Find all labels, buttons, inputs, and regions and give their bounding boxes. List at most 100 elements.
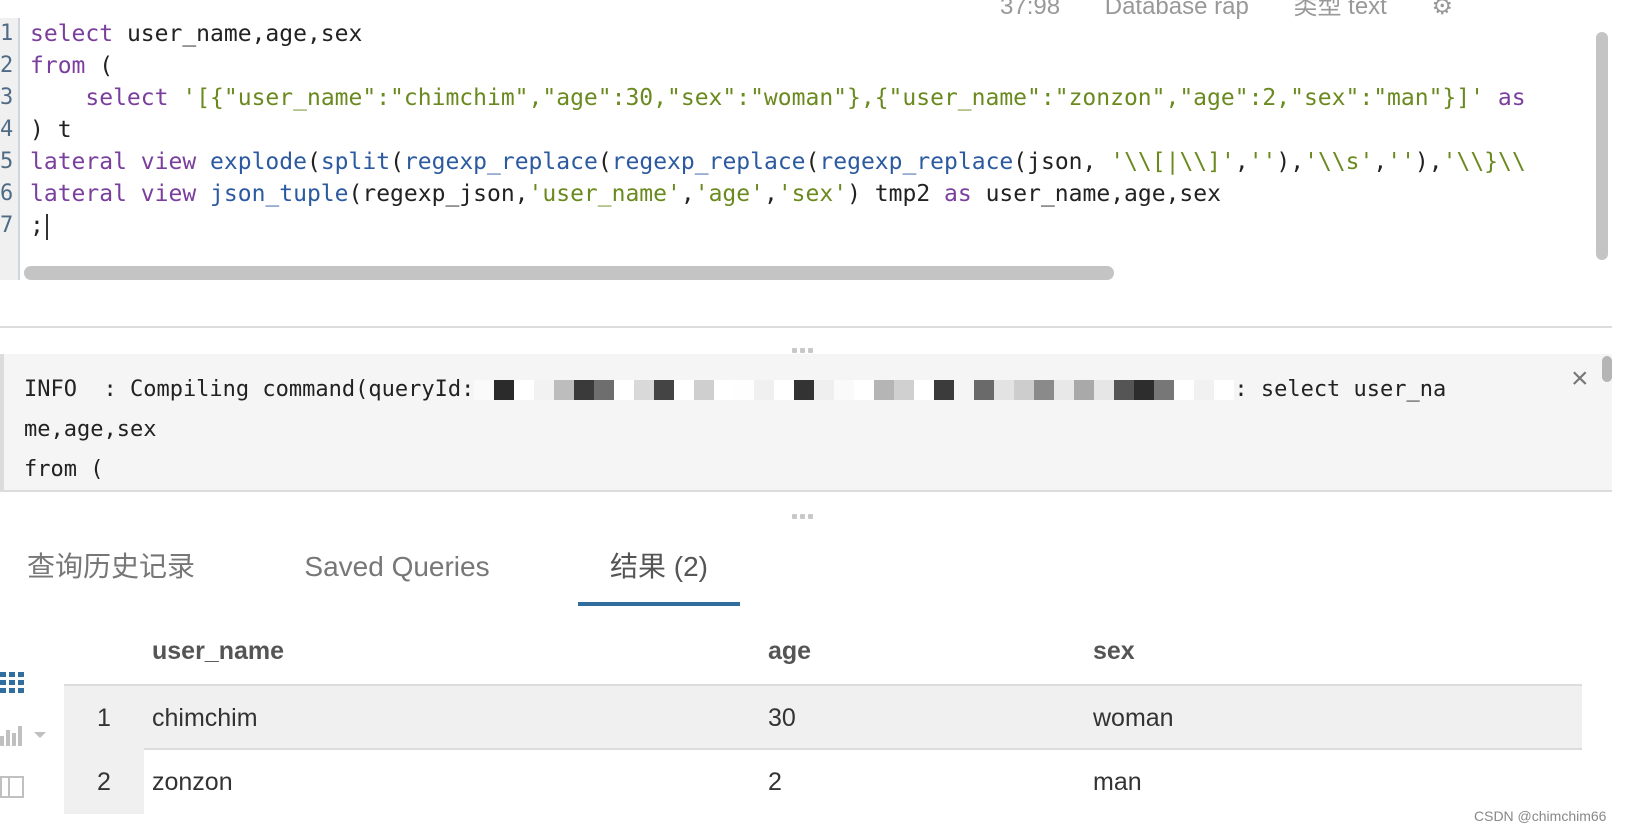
code-token: explode xyxy=(210,149,307,175)
code-token: as xyxy=(944,181,972,207)
results-tabs: 查询历史记录 Saved Queries 结果 (2) xyxy=(0,540,1612,606)
code-line[interactable]: select user_name,age,sex xyxy=(30,18,1595,50)
code-token: select xyxy=(30,21,114,47)
code-token: ), xyxy=(1276,149,1305,175)
line-number: 7 xyxy=(0,213,14,238)
log-text: INFO : Compiling command(queryId: : selec… xyxy=(24,370,1579,490)
grid-icon[interactable] xyxy=(0,672,26,699)
redacted-query-id xyxy=(474,377,1235,402)
resize-handle-top[interactable] xyxy=(792,340,818,353)
table-row[interactable]: 1 chimchim 30 woman xyxy=(64,686,1582,750)
sql-editor[interactable]: 1 2 3 4 5 6 7 select user_name,age,sex fr… xyxy=(0,18,1610,280)
results-table: user_name age sex 1 chimchim 30 woman 2 … xyxy=(64,616,1582,814)
line-number: 3 xyxy=(0,85,14,110)
tab-query-history[interactable]: 查询历史记录 xyxy=(26,540,196,606)
log-line2: me,age,sex xyxy=(24,417,157,442)
cell-age[interactable]: 30 xyxy=(768,686,796,750)
code-line[interactable]: from ( xyxy=(30,50,1595,82)
code-token: (json, xyxy=(1013,149,1111,175)
code-token: select xyxy=(85,85,169,111)
table-header: user_name age sex xyxy=(64,616,1582,686)
code-token: '' xyxy=(1387,149,1415,175)
log-line1-prefix: INFO : Compiling command(queryId: xyxy=(24,377,475,402)
code-token: '[{"user_name":"chimchim","age":30,"sex"… xyxy=(182,85,1484,111)
line-number: 2 xyxy=(0,53,14,78)
code-token: lateral view xyxy=(30,149,197,175)
code-line[interactable]: ; xyxy=(30,210,1595,242)
line-number: 6 xyxy=(0,181,14,206)
cell-user-name[interactable]: chimchim xyxy=(152,686,258,750)
code-token: '\\[|\\]' xyxy=(1110,149,1235,175)
code-content[interactable]: select user_name,age,sex from ( select '[… xyxy=(30,18,1595,258)
resize-handle-bottom[interactable] xyxy=(792,506,818,519)
query-log-panel: INFO : Compiling command(queryId: : selec… xyxy=(0,354,1612,492)
code-token: as xyxy=(1497,85,1526,111)
code-token: ( xyxy=(85,53,114,79)
code-line[interactable]: lateral view explode(split(regexp_replac… xyxy=(30,146,1595,178)
column-header-user-name[interactable]: user_name xyxy=(152,616,284,686)
code-token: from xyxy=(30,53,86,79)
code-token: json_tuple xyxy=(210,181,349,207)
column-header-sex[interactable]: sex xyxy=(1093,616,1135,686)
log-line3: from ( xyxy=(24,457,104,482)
line-number: 4 xyxy=(0,117,14,142)
log-scrollbar[interactable] xyxy=(1602,356,1612,382)
text-cursor xyxy=(45,213,48,240)
close-log-icon[interactable]: × xyxy=(1571,362,1589,396)
row-index: 2 xyxy=(64,750,144,814)
code-token: , xyxy=(763,181,778,207)
code-token: 'sex' xyxy=(777,181,848,207)
cell-user-name[interactable]: zonzon xyxy=(152,750,233,814)
tab-results[interactable]: 结果 (2) xyxy=(578,540,740,606)
code-token: 'user_name' xyxy=(528,181,681,207)
code-token: ( xyxy=(390,149,404,175)
cell-sex[interactable]: man xyxy=(1093,750,1142,814)
code-token: regexp_replace xyxy=(611,149,806,175)
code-token: ), xyxy=(1414,149,1443,175)
code-token: (regexp_json, xyxy=(348,181,529,207)
watermark: CSDN @chimchim66 xyxy=(1474,808,1607,824)
cell-sex[interactable]: woman xyxy=(1093,686,1174,750)
log-line1-suffix: : select user_na xyxy=(1234,377,1447,402)
editor-vertical-scrollbar[interactable] xyxy=(1596,32,1608,260)
line-number: 1 xyxy=(0,21,14,46)
code-token: '\\s' xyxy=(1304,149,1374,175)
code-token: ; xyxy=(30,213,44,239)
code-token: lateral view xyxy=(30,181,197,207)
row-index: 1 xyxy=(64,686,144,750)
code-token: '\\}\\ xyxy=(1442,149,1526,175)
code-token: ) t xyxy=(30,117,72,143)
tab-saved-queries[interactable]: Saved Queries xyxy=(302,540,492,606)
code-line[interactable]: lateral view json_tuple(regexp_json,'use… xyxy=(30,178,1595,210)
header-item-2: 类型 text xyxy=(1293,0,1387,20)
code-token: , xyxy=(680,181,695,207)
code-token: regexp_replace xyxy=(403,149,598,175)
editor-divider xyxy=(0,326,1612,328)
header-item-0: 37:98 xyxy=(1000,0,1061,20)
code-token: , xyxy=(1234,149,1249,175)
settings-gear-icon[interactable]: ⚙ xyxy=(1432,0,1454,20)
code-token: user_name,age,sex xyxy=(971,181,1221,207)
bar-chart-icon[interactable] xyxy=(0,724,52,751)
code-token: regexp_replace xyxy=(819,149,1014,175)
code-token: split xyxy=(320,149,391,175)
code-line[interactable]: ) t xyxy=(30,114,1595,146)
editor-horizontal-scrollbar[interactable] xyxy=(24,266,1114,280)
code-line[interactable]: select '[{"user_name":"chimchim","age":3… xyxy=(30,82,1595,114)
code-token: '' xyxy=(1248,149,1277,175)
cell-age[interactable]: 2 xyxy=(768,750,782,814)
columns-icon[interactable] xyxy=(0,776,24,803)
header-item-1: Database rap xyxy=(1104,0,1249,20)
table-row[interactable]: 2 zonzon 2 man xyxy=(64,750,1582,814)
column-header-age[interactable]: age xyxy=(768,616,811,686)
line-number: 5 xyxy=(0,149,14,174)
code-token: , xyxy=(1373,149,1388,175)
code-token: 'age' xyxy=(694,181,764,207)
line-number-gutter: 1 2 3 4 5 6 7 xyxy=(0,18,20,280)
code-token: ) tmp2 xyxy=(847,181,945,207)
